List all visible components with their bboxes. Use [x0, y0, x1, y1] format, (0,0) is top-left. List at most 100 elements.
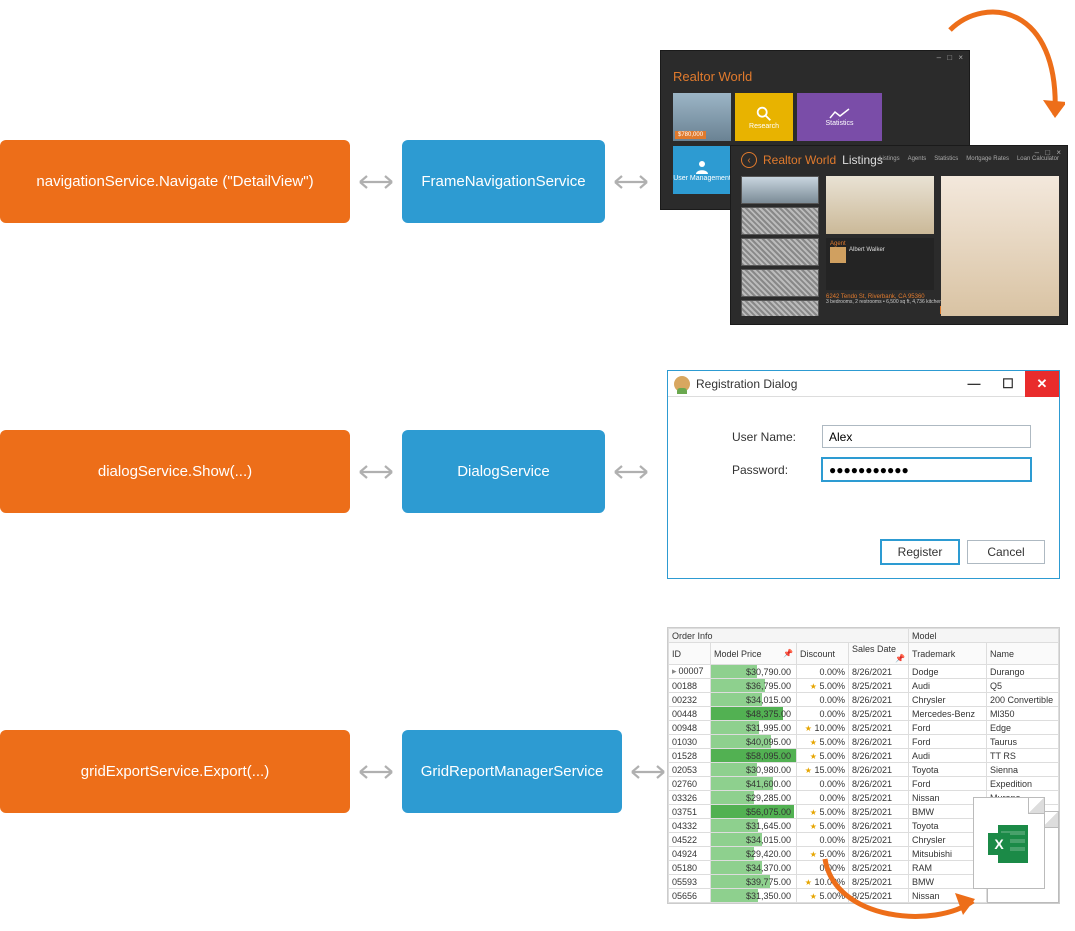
agent-card: Agent Albert Walker: [826, 238, 934, 290]
double-arrow-icon: [358, 173, 394, 191]
cell-id: 00232: [669, 693, 711, 707]
cell-discount: ★ 5.00%: [797, 735, 849, 749]
double-arrow-icon: [630, 763, 666, 781]
group-header-model: Model: [909, 629, 1059, 643]
thumbnail[interactable]: [741, 238, 819, 266]
cell-date: 8/25/2021: [849, 707, 909, 721]
username-label: User Name:: [732, 430, 822, 444]
star-icon: ★: [810, 738, 817, 747]
tile-statistics[interactable]: Statistics: [797, 93, 882, 141]
double-arrow-icon: [358, 463, 394, 481]
tile-listing[interactable]: $780,000: [673, 93, 731, 141]
col-discount[interactable]: Discount: [797, 643, 849, 665]
cell-date: 8/25/2021: [849, 791, 909, 805]
cell-price: $58,095.00: [711, 749, 797, 763]
thumbnail-strip: [741, 176, 819, 316]
cell-id: 00188: [669, 679, 711, 693]
realtor-listings-window: – □ × ‹ Realtor World Listings Listings …: [730, 145, 1068, 325]
curved-arrow-bottom: [815, 851, 1015, 931]
nav-item[interactable]: Mortgage Rates: [966, 156, 1009, 162]
cell-trademark: Ford: [909, 721, 987, 735]
close-button[interactable]: ✕: [1025, 371, 1059, 397]
tile-user-management[interactable]: User Management: [673, 146, 731, 194]
cell-id: 03751: [669, 805, 711, 819]
chart-icon: [829, 108, 851, 120]
top-nav: Listings Agents Statistics Mortgage Rate…: [879, 156, 1059, 162]
cell-date: 8/26/2021: [849, 777, 909, 791]
page-subtitle: Listings: [842, 153, 883, 167]
cell-date: 8/26/2021: [849, 819, 909, 833]
table-row[interactable]: 01030$40,095.00★ 5.00%8/26/2021FordTauru…: [669, 735, 1059, 749]
cell-date: 8/25/2021: [849, 679, 909, 693]
thumbnail[interactable]: [741, 176, 819, 204]
cell-trademark: Chrysler: [909, 693, 987, 707]
password-input[interactable]: [822, 458, 1031, 481]
cell-discount: 0.00%: [797, 665, 849, 679]
cell-trademark: Dodge: [909, 665, 987, 679]
double-arrow-icon: [358, 763, 394, 781]
cell-price: $34,015.00: [711, 693, 797, 707]
caller-box-navigate: navigationService.Navigate ("DetailView"…: [0, 140, 350, 223]
caller-box-dialog: dialogService.Show(...): [0, 430, 350, 513]
search-icon: [755, 105, 773, 123]
table-row[interactable]: 00948$31,995.00★ 10.00%8/25/2021FordEdge: [669, 721, 1059, 735]
nav-item[interactable]: Listings: [879, 156, 899, 162]
thumbnail[interactable]: [741, 269, 819, 297]
table-row[interactable]: 00188$36,795.00★ 5.00%8/25/2021AudiQ5: [669, 679, 1059, 693]
cell-trademark: Toyota: [909, 763, 987, 777]
cell-discount: ★ 5.00%: [797, 679, 849, 693]
cell-price: $48,375.00: [711, 707, 797, 721]
cell-discount: ★ 5.00%: [797, 749, 849, 763]
cell-date: 8/26/2021: [849, 763, 909, 777]
app-title: Realtor World: [763, 153, 836, 167]
table-row[interactable]: 02053$30,980.00★ 15.00%8/26/2021ToyotaSi…: [669, 763, 1059, 777]
col-trademark[interactable]: Trademark: [909, 643, 987, 665]
thumbnail[interactable]: [741, 207, 819, 235]
table-row[interactable]: 00232$34,015.000.00%8/26/2021Chrysler200…: [669, 693, 1059, 707]
cell-discount: ★ 5.00%: [797, 819, 849, 833]
cancel-button[interactable]: Cancel: [967, 540, 1045, 564]
double-arrow-icon: [613, 463, 649, 481]
table-row[interactable]: 00007$30,790.000.00%8/26/2021DodgeDurang…: [669, 665, 1059, 679]
nav-item[interactable]: Statistics: [934, 156, 958, 162]
pin-icon: 📌: [895, 654, 905, 663]
col-date[interactable]: Sales Date📌: [849, 643, 909, 665]
cell-name: Ml350: [987, 707, 1059, 721]
cell-trademark: Audi: [909, 749, 987, 763]
col-price[interactable]: Model Price📌: [711, 643, 797, 665]
tile-research[interactable]: Research: [735, 93, 793, 141]
cell-id: 05656: [669, 889, 711, 903]
cell-discount: 0.00%: [797, 833, 849, 847]
nav-item[interactable]: Loan Calculator: [1017, 156, 1059, 162]
username-input[interactable]: [822, 425, 1031, 448]
cell-name: Q5: [987, 679, 1059, 693]
cell-name: TT RS: [987, 749, 1059, 763]
cell-price: $39,775.00: [711, 875, 797, 889]
cell-discount: ★ 10.00%: [797, 721, 849, 735]
back-icon[interactable]: ‹: [741, 152, 757, 168]
register-button[interactable]: Register: [881, 540, 959, 564]
minimize-button[interactable]: —: [957, 371, 991, 397]
cell-discount: ★ 15.00%: [797, 763, 849, 777]
cell-id: 00007: [669, 665, 711, 679]
cell-price: $34,015.00: [711, 833, 797, 847]
cell-id: 00948: [669, 721, 711, 735]
table-row[interactable]: 01528$58,095.00★ 5.00%8/26/2021AudiTT RS: [669, 749, 1059, 763]
table-row[interactable]: 00448$48,375.000.00%8/25/2021Mercedes-Be…: [669, 707, 1059, 721]
cell-trademark: Mercedes-Benz: [909, 707, 987, 721]
cell-id: 01030: [669, 735, 711, 749]
cell-date: 8/25/2021: [849, 833, 909, 847]
group-header-order: Order Info: [669, 629, 909, 643]
col-id[interactable]: ID: [669, 643, 711, 665]
col-name[interactable]: Name: [987, 643, 1059, 665]
cell-id: 02760: [669, 777, 711, 791]
thumbnail[interactable]: [741, 300, 819, 316]
cell-price: $36,795.00: [711, 679, 797, 693]
maximize-button[interactable]: ☐: [991, 371, 1025, 397]
nav-item[interactable]: Agents: [908, 156, 927, 162]
star-icon: ★: [810, 808, 817, 817]
cell-price: $31,645.00: [711, 819, 797, 833]
cell-date: 8/25/2021: [849, 721, 909, 735]
cell-price: $29,285.00: [711, 791, 797, 805]
cell-discount: 0.00%: [797, 791, 849, 805]
